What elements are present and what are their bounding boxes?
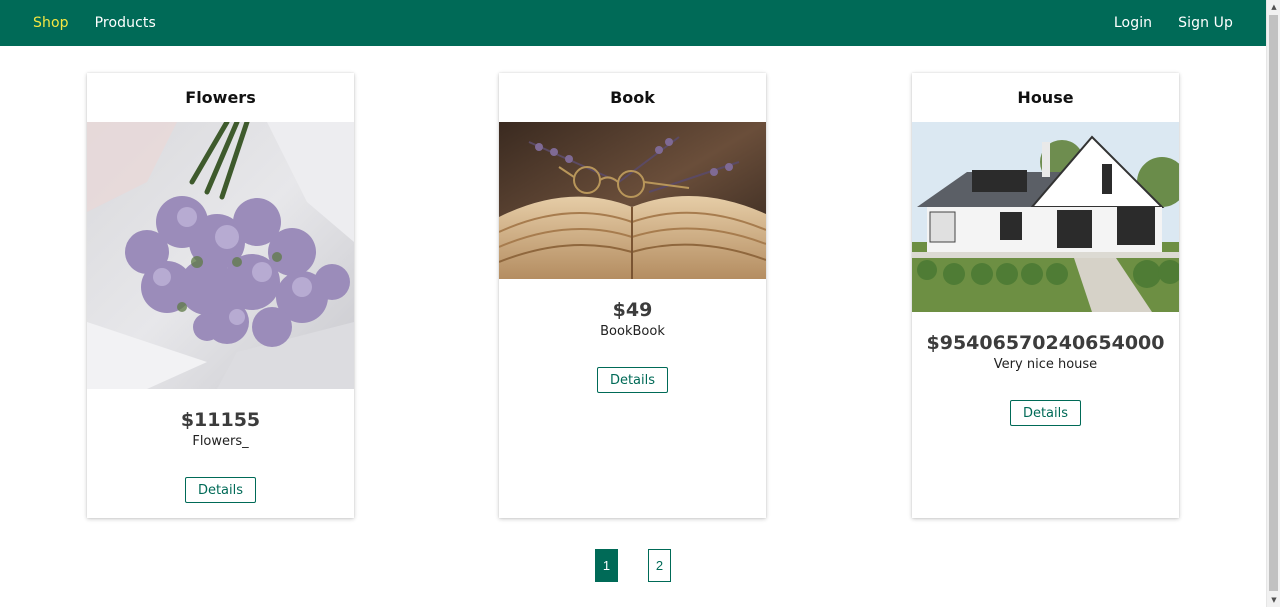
product-card-flowers: Flowers $11155 Flowers_ Details: [87, 73, 354, 518]
product-title: Flowers: [185, 88, 256, 107]
product-description: Very nice house: [993, 357, 1098, 372]
page: Shop Products Login Sign Up Flowers $111…: [0, 0, 1266, 607]
vertical-scrollbar[interactable]: ▲ ▼: [1266, 0, 1280, 607]
product-title: Book: [610, 88, 655, 107]
details-button[interactable]: Details: [185, 477, 256, 503]
flowers-image: [87, 122, 354, 389]
product-card-book: Book $49 BookBook Details: [499, 73, 766, 518]
book-image: [499, 122, 766, 279]
house-image: [912, 122, 1179, 312]
product-price: $95406570240654000: [926, 332, 1165, 354]
product-description: BookBook: [600, 324, 665, 339]
product-price: $49: [612, 299, 653, 321]
scroll-down-arrow-icon[interactable]: ▼: [1267, 593, 1280, 607]
product-card-house: House $95406570240654000 Very nice house…: [912, 73, 1179, 518]
top-navbar: Shop Products Login Sign Up: [0, 0, 1266, 46]
nav-login-link[interactable]: Login: [1114, 15, 1152, 31]
nav-signup-link[interactable]: Sign Up: [1178, 15, 1233, 31]
scroll-up-arrow-icon[interactable]: ▲: [1267, 0, 1280, 14]
page-button-2[interactable]: 2: [648, 549, 671, 582]
product-title: House: [1017, 88, 1074, 107]
scroll-thumb[interactable]: [1269, 15, 1278, 591]
details-button[interactable]: Details: [1010, 400, 1081, 426]
nav-right-group: Login Sign Up: [1114, 15, 1233, 31]
product-description: Flowers_: [192, 434, 249, 449]
page-button-1[interactable]: 1: [595, 549, 618, 582]
nav-products-link[interactable]: Products: [95, 15, 156, 31]
nav-left-group: Shop Products: [33, 15, 156, 31]
product-grid: Flowers $11155 Flowers_ Details Book $49…: [0, 73, 1266, 518]
pagination: 1 2: [595, 549, 671, 582]
nav-shop-link[interactable]: Shop: [33, 15, 69, 31]
details-button[interactable]: Details: [597, 367, 668, 393]
product-price: $11155: [180, 409, 261, 431]
